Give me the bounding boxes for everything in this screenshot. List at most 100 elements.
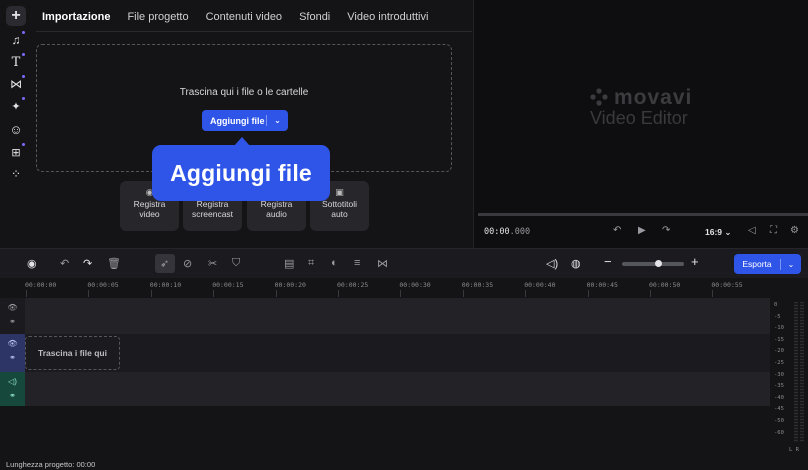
tab-contenuti-video[interactable]: Contenuti video [206,11,282,23]
meter-label: -15 [774,336,784,343]
chevron-down-icon[interactable]: ⌄ [267,116,288,125]
clip-properties-icon[interactable]: ▤ [284,257,294,270]
ruler-tick [275,290,277,297]
main-track[interactable] [25,298,770,334]
undo-icon[interactable]: ↶ [60,257,69,270]
plus-icon[interactable]: + [6,6,26,26]
marker-icon[interactable]: ⛉ [232,257,240,270]
zoom-slider-handle[interactable] [655,260,662,267]
meter-channels: L R [789,447,799,453]
play-icon[interactable]: ▶ [638,225,646,236]
rewind-icon[interactable]: ↶ [613,225,621,236]
crop-icon[interactable]: ⌗ [308,257,314,270]
delete-icon[interactable]: 🗑 [107,257,121,270]
meter-label: -5 [774,313,781,320]
left-toolbar: + ♫ T ⋈ ✦ ☺ ⊞ ⁘ [0,0,32,248]
snap-icon[interactable]: ◍ [571,257,581,270]
eye-icon[interactable]: 👁 [0,303,25,312]
import-tabs: Importazione File progetto Contenuti vid… [42,11,445,23]
timeline-ruler[interactable]: 00:00:00 00:00:05 00:00:10 00:00:15 00:00:20… [0,278,808,298]
tab-sfondi[interactable]: Sfondi [299,11,330,23]
add-files-callout: Aggiungi file [152,145,330,201]
ruler-tick-label: 00:00:40 [524,281,556,289]
ruler-tick [712,290,714,297]
ruler-tick [338,290,339,297]
ruler-tick-label: 00:00:25 [337,281,369,289]
link-icon[interactable]: ⚭ [0,317,25,326]
audio-track[interactable] [25,372,770,406]
adjust-icon[interactable]: ≡ [354,257,360,269]
transition-tool-icon[interactable]: ⋈ [377,257,388,270]
export-button[interactable]: Esporta ⌄ [734,254,801,274]
speaker-icon[interactable]: ◁) [0,377,25,386]
movavi-logo-icon [590,88,608,106]
ruler-tick-label: 00:00:20 [274,281,306,289]
audio-track-header: ◁) ⚭ [0,372,25,406]
eye-icon[interactable]: 👁 [0,339,25,348]
forward-icon[interactable]: ↷ [662,225,670,236]
preview-scrubber[interactable] [478,213,808,216]
title-icon[interactable]: T [6,52,26,72]
ruler-tick-label: 00:00:35 [461,281,494,289]
ruler-tick [213,290,215,297]
tabs-divider [36,31,472,32]
ruler-tick-label: 00:00:10 [149,281,182,289]
video-track[interactable] [25,334,770,372]
volume-icon[interactable]: ◁ [748,225,756,236]
meter-label: -35 [774,383,784,390]
ruler-tick-label: 00:00:55 [711,281,743,289]
magic-wand-icon[interactable]: ✦ [6,96,26,116]
zoom-in-icon[interactable]: + [691,254,699,269]
sticker-icon[interactable]: ☺ [6,119,26,139]
ruler-tick [587,290,589,297]
ruler-tick [650,290,651,297]
audio-meter: L R 0 -5 -10 -15 -20 -25 -30 -35 -40 -45 -50 -60 [770,298,808,454]
record-voice-icon[interactable]: ◉ [27,257,37,270]
meter-bar-left [794,302,798,442]
meter-label: -40 [774,394,784,401]
tab-importazione[interactable]: Importazione [42,11,110,23]
gear-icon[interactable]: ⚙ [790,225,799,236]
zoom-out-icon[interactable]: − [604,254,612,269]
redo-icon[interactable]: ↷ [83,257,92,270]
meter-label: -60 [774,429,784,436]
chevron-down-icon[interactable]: ⌄ [781,260,801,269]
ruler-tick [88,290,90,297]
export-label: Esporta [742,259,772,269]
more-tools-icon[interactable]: ⁘ [6,164,26,184]
animation-icon[interactable]: ⊞ [6,142,26,162]
meter-label: -10 [774,325,784,332]
fullscreen-icon[interactable]: ⛶ [770,225,777,236]
zoom-slider[interactable] [622,262,684,266]
tab-video-introduttivi[interactable]: Video introduttivi [347,11,428,23]
ruler-tick [400,290,402,297]
meter-bar-right [800,302,804,442]
meter-label: -20 [774,348,784,355]
ruler-tick-label: 00:00:45 [586,281,618,289]
link-icon[interactable]: ⚭ [0,353,25,362]
main-track-header: 👁 ⚭ [0,298,25,334]
ruler-tick-label: 00:00:05 [87,281,119,289]
drop-text: Trascina qui i file o le cartelle [179,87,309,98]
meter-label: -45 [774,406,784,413]
add-files-button[interactable]: Aggiungi file ⌄ [202,110,288,131]
transition-icon[interactable]: ⋈ [6,74,26,94]
aspect-ratio-select[interactable]: 16:9 ⌄ [705,227,732,238]
timeline-toolbar: ◉ ↶ ↷ 🗑 ➶ ⊘ ✂ ⛉ ▤ ⌗ ◐ ≡ ⋈ ◁) ◍ − + Espor… [0,248,808,278]
color-icon[interactable]: ◐ [331,257,338,269]
ruler-tick [525,290,527,297]
cut-icon[interactable]: ✂ [208,257,217,270]
ruler-tick [26,290,27,297]
drop-files-here[interactable]: Trascina i file qui [25,336,120,370]
meter-label: -30 [774,371,784,378]
tab-file-progetto[interactable]: File progetto [127,11,188,23]
music-icon[interactable]: ♫ [6,30,26,50]
audio-sync-icon[interactable]: ◁) [546,257,558,270]
import-panel: Importazione File progetto Contenuti vid… [32,0,472,248]
ruler-tick [462,290,464,297]
cursor-icon[interactable]: ➶ [160,257,169,270]
link-icon[interactable]: ⚭ [0,391,25,400]
ruler-tick [150,290,152,297]
ripple-icon[interactable]: ⊘ [183,257,192,270]
project-length: Lunghezza progetto: 00:00 [6,460,96,469]
